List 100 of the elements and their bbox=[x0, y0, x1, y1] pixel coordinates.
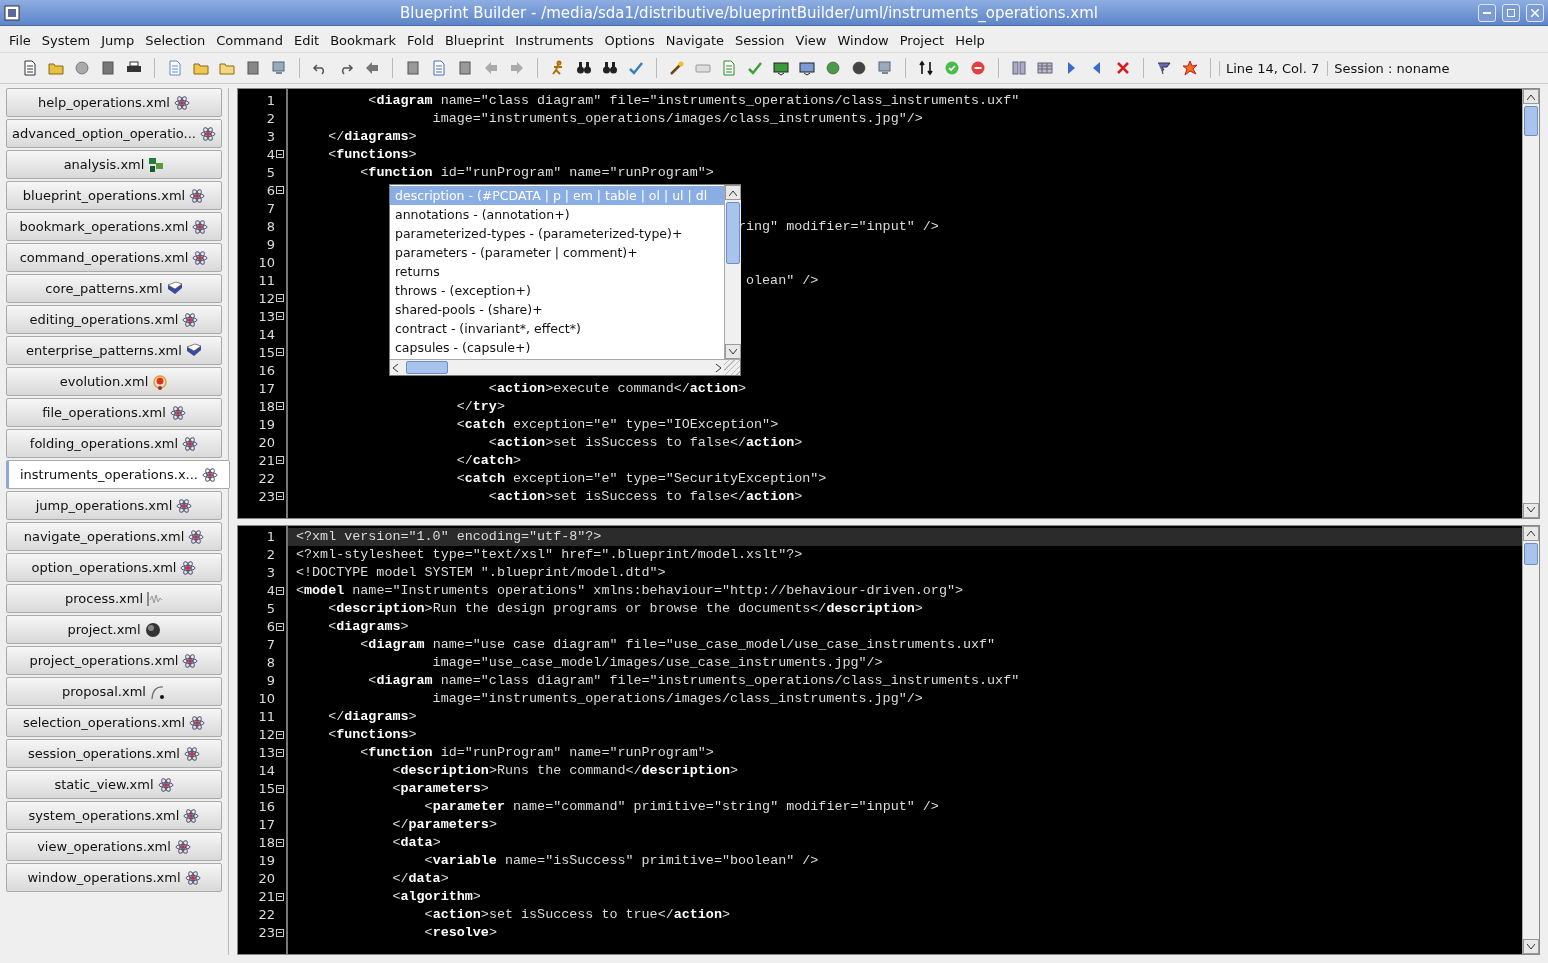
completion-item[interactable]: parameterized-types - (parameterized-type)+ bbox=[390, 224, 724, 243]
fold-marker-icon[interactable] bbox=[276, 730, 284, 739]
completion-item[interactable]: returns bbox=[390, 262, 724, 281]
file-tab[interactable]: session_operations.xml bbox=[6, 739, 222, 768]
scrollbar-thumb[interactable] bbox=[726, 202, 740, 264]
fold-marker-icon[interactable] bbox=[276, 456, 284, 464]
code-line: <diagram name="use case diagram" file="use_case_model/use_case_instruments.uxf" bbox=[360, 637, 996, 652]
file-tab[interactable]: system_operations.xml bbox=[6, 801, 222, 830]
fold-marker-icon[interactable] bbox=[276, 186, 284, 194]
file-tab[interactable]: evolution.xml bbox=[6, 367, 222, 396]
scrollbar-thumb[interactable] bbox=[1524, 106, 1538, 136]
page-add-icon bbox=[431, 60, 447, 76]
file-tab[interactable]: project.xml bbox=[6, 615, 222, 644]
menu-item[interactable]: Instruments bbox=[510, 32, 600, 48]
code-editor[interactable] bbox=[237, 524, 1540, 955]
menu-item[interactable]: Options bbox=[599, 32, 661, 48]
code-line: <description>Run the design programs or browse the documents</description> bbox=[328, 601, 923, 616]
completion-item[interactable]: shared-pools - (share)+ bbox=[390, 300, 724, 319]
scroll-up-button[interactable] bbox=[1523, 525, 1539, 541]
fold-marker-icon[interactable] bbox=[276, 586, 284, 595]
fold-marker-icon[interactable] bbox=[276, 312, 284, 320]
file-tab[interactable]: view_operations.xml bbox=[6, 832, 222, 861]
back-arrow-icon bbox=[364, 60, 380, 76]
menu-item[interactable]: Navigate bbox=[660, 32, 730, 48]
scrollbar-thumb[interactable] bbox=[406, 361, 448, 374]
completion-item[interactable]: throws - (exception+) bbox=[390, 281, 724, 300]
monitor-icon bbox=[271, 60, 287, 76]
menu-item[interactable]: Window bbox=[832, 32, 895, 48]
file-tab[interactable]: command_operations.xml bbox=[6, 243, 222, 272]
menu-item[interactable]: Session bbox=[730, 32, 791, 48]
file-tab[interactable]: bookmark_operations.xml bbox=[6, 212, 222, 241]
menu-item[interactable]: Help bbox=[950, 32, 991, 48]
file-tab[interactable]: window_operations.xml bbox=[6, 863, 222, 892]
menu-item[interactable]: Command bbox=[211, 32, 289, 48]
menu-item[interactable]: View bbox=[790, 32, 833, 48]
line-number: 2 bbox=[266, 547, 275, 562]
atom-icon bbox=[180, 559, 197, 576]
menu-item[interactable]: File bbox=[4, 32, 37, 48]
file-tab[interactable]: editing_operations.xml bbox=[6, 305, 222, 334]
fold-marker-icon[interactable] bbox=[276, 892, 284, 901]
file-tab[interactable]: option_operations.xml bbox=[6, 553, 222, 582]
fold-marker-icon[interactable] bbox=[276, 928, 284, 937]
fold-marker-icon[interactable] bbox=[276, 838, 284, 847]
completion-item[interactable]: annotations - (annotation+) bbox=[390, 205, 724, 224]
fold-marker-icon[interactable] bbox=[276, 402, 284, 410]
file-tab[interactable]: blueprint_operations.xml bbox=[6, 181, 222, 210]
file-tab[interactable]: proposal.xml bbox=[6, 677, 222, 706]
fold-marker-icon[interactable] bbox=[276, 748, 284, 757]
fold-marker-icon[interactable] bbox=[276, 294, 284, 302]
minimize-button[interactable] bbox=[1478, 3, 1496, 22]
file-tab[interactable]: static_view.xml bbox=[6, 770, 222, 799]
file-tab[interactable]: instruments_operations.x... bbox=[6, 460, 230, 489]
line-number: 8 bbox=[266, 655, 275, 670]
code-line: <action>set isSuccess to true</action> bbox=[424, 907, 730, 922]
atom-icon bbox=[189, 714, 206, 731]
menu-item[interactable]: Edit bbox=[289, 32, 326, 48]
file-tab[interactable]: navigate_operations.xml bbox=[6, 522, 222, 551]
scroll-down-button[interactable] bbox=[725, 344, 741, 359]
line-number: 15 bbox=[258, 781, 275, 796]
atom-icon bbox=[183, 745, 200, 762]
close-button[interactable] bbox=[1526, 3, 1544, 22]
fold-marker-icon[interactable] bbox=[276, 150, 284, 158]
scroll-up-button[interactable] bbox=[725, 185, 741, 200]
fold-marker-icon[interactable] bbox=[276, 622, 284, 631]
code-line: <action>execute command</action> bbox=[488, 380, 747, 396]
file-tab[interactable]: process.xml bbox=[6, 584, 222, 613]
scroll-down-button[interactable] bbox=[1523, 502, 1539, 518]
line-number: 4 bbox=[266, 146, 275, 162]
completion-item[interactable]: contract - (invariant*, effect*) bbox=[390, 319, 724, 338]
file-tab[interactable]: analysis.xml bbox=[6, 150, 222, 179]
file-tab[interactable]: file_operations.xml bbox=[6, 398, 222, 427]
menu-item[interactable]: Selection bbox=[140, 32, 212, 48]
file-tab[interactable]: project_operations.xml bbox=[6, 646, 222, 675]
completion-item[interactable]: capsules - (capsule+) bbox=[390, 338, 724, 357]
scrollbar-thumb[interactable] bbox=[1524, 542, 1538, 565]
scroll-up-button[interactable] bbox=[1523, 89, 1539, 104]
menu-item[interactable]: Blueprint bbox=[439, 32, 511, 48]
fold-marker-icon[interactable] bbox=[276, 492, 284, 500]
file-tab[interactable]: folding_operations.xml bbox=[6, 429, 222, 458]
file-tab[interactable]: selection_operations.xml bbox=[6, 708, 222, 737]
line-number: 8 bbox=[266, 218, 275, 234]
line-number: 9 bbox=[266, 673, 275, 688]
file-tab[interactable]: help_operations.xml bbox=[6, 88, 222, 117]
menu-item[interactable]: Project bbox=[894, 32, 951, 48]
menu-item[interactable]: Fold bbox=[402, 32, 440, 48]
completion-item[interactable]: parameters - (parameter | comment)+ bbox=[390, 243, 724, 262]
scroll-down-button[interactable] bbox=[1523, 939, 1539, 954]
code-line: <resolve> bbox=[424, 925, 497, 940]
file-tab[interactable]: enterprise_patterns.xml bbox=[6, 336, 222, 365]
fold-marker-icon[interactable] bbox=[276, 348, 284, 356]
file-tab[interactable]: jump_operations.xml bbox=[6, 491, 222, 520]
fold-marker-icon[interactable] bbox=[276, 784, 284, 793]
menu-item[interactable]: Jump bbox=[96, 32, 141, 48]
file-tab[interactable]: advanced_option_operatio... bbox=[6, 119, 222, 148]
file-tab[interactable]: core_patterns.xml bbox=[6, 274, 222, 303]
menu-item[interactable]: System bbox=[36, 32, 97, 48]
resize-grip[interactable] bbox=[724, 359, 740, 375]
menu-item[interactable]: Bookmark bbox=[325, 32, 403, 48]
code-editor[interactable] bbox=[237, 88, 1540, 519]
maximize-button[interactable] bbox=[1502, 3, 1520, 22]
